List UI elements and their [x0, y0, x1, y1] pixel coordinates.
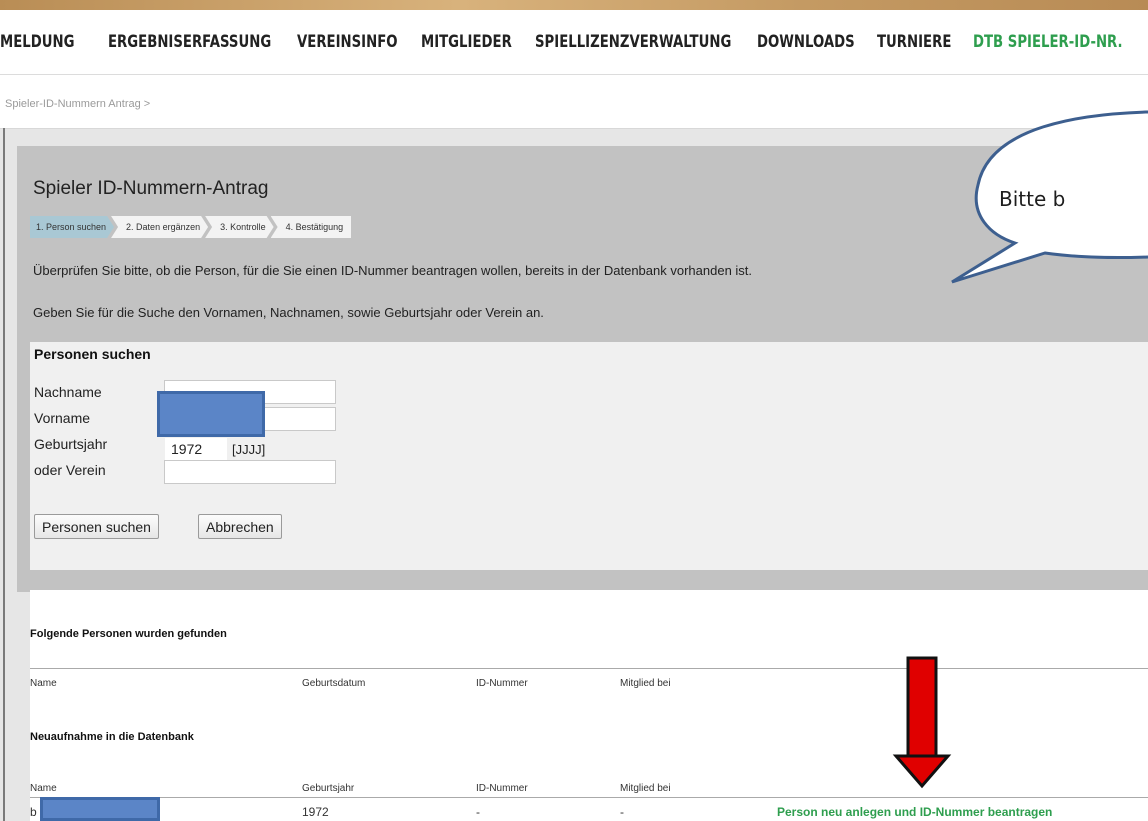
nav-item-ergebniserfassung[interactable]: ERGEBNISERFASSUNG: [108, 32, 271, 52]
step-kontrolle: 3. Kontrolle: [205, 216, 274, 238]
nav-item-dtb-spieler-id[interactable]: DTB SPIELER-ID-NR.: [973, 32, 1123, 52]
birthyear-format-hint: [JJJJ]: [232, 442, 266, 457]
nav-item-vereinsinfo[interactable]: VEREINSINFO: [297, 32, 398, 52]
new-entry-heading: Neuaufnahme in die Datenbank: [30, 731, 194, 743]
found-col-id: ID-Nummer: [476, 678, 528, 689]
nav-item-mitglieder[interactable]: MITGLIEDER: [421, 32, 512, 52]
create-person-link[interactable]: Person neu anlegen und ID-Nummer beantra…: [777, 805, 1052, 819]
nav-item-meldung[interactable]: MELDUNG: [0, 32, 74, 52]
new-col-birthyear: Geburtsjahr: [302, 783, 355, 794]
new-row-member: -: [620, 805, 624, 819]
info-text-check: Überprüfen Sie bitte, ob die Person, für…: [33, 263, 753, 278]
found-col-birthdate: Geburtsdatum: [302, 678, 366, 689]
table-divider: [30, 668, 1148, 669]
redaction-box-name: [157, 391, 265, 437]
table-divider: [30, 797, 1148, 798]
firstname-label: Vorname: [34, 410, 91, 426]
lastname-label: Nachname: [34, 384, 102, 400]
step-indicator: 1. Person suchen 2. Daten ergänzen 3. Ko…: [30, 216, 352, 238]
cancel-button[interactable]: Abbrechen: [198, 514, 282, 539]
breadcrumb-bar: Spieler-ID-Nummern Antrag >: [0, 75, 1148, 129]
new-col-id: ID-Nummer: [476, 783, 528, 794]
new-col-name: Name: [30, 783, 57, 794]
nav-item-downloads[interactable]: DOWNLOADS: [757, 32, 855, 52]
info-text-search: Geben Sie für die Suche den Vornamen, Na…: [33, 305, 544, 320]
found-col-name: Name: [30, 678, 57, 689]
birthyear-label: Geburtsjahr: [34, 436, 108, 452]
nav-item-turniere[interactable]: TURNIERE: [877, 32, 951, 52]
step-person-suchen: 1. Person suchen: [30, 216, 114, 238]
club-label: oder Verein: [34, 462, 106, 478]
page-title: Spieler ID-Nummern-Antrag: [33, 178, 269, 199]
redaction-box-row: [40, 797, 160, 821]
club-input[interactable]: [164, 460, 336, 484]
found-heading: Folgende Personen wurden gefunden: [30, 628, 227, 640]
main-navigation: MELDUNG ERGEBNISERFASSUNG VEREINSINFO MI…: [0, 10, 1148, 75]
search-persons-button[interactable]: Personen suchen: [34, 514, 159, 539]
new-row-birthyear: 1972: [302, 805, 329, 819]
step-bestaetigung: 4. Bestätigung: [270, 216, 352, 238]
birthyear-input[interactable]: [164, 437, 228, 461]
step-daten-ergaenzen: 2. Daten ergänzen: [111, 216, 208, 238]
new-row-name: b: [30, 805, 37, 819]
nav-item-spiellizenzverwaltung[interactable]: SPIELLIZENZVERWALTUNG: [535, 32, 731, 52]
left-border: [3, 128, 5, 821]
new-col-member: Mitglied bei: [620, 783, 671, 794]
breadcrumb[interactable]: Spieler-ID-Nummern Antrag >: [5, 98, 150, 110]
results-section: Folgende Personen wurden gefunden Name G…: [30, 590, 1148, 821]
new-row-id: -: [476, 805, 480, 819]
header-banner: [0, 0, 1148, 10]
search-form: Personen suchen Nachname Vorname Geburts…: [30, 342, 1148, 570]
found-col-member: Mitglied bei: [620, 678, 671, 689]
search-heading: Personen suchen: [34, 346, 151, 362]
speech-bubble-text: Bitte b: [999, 187, 1066, 211]
